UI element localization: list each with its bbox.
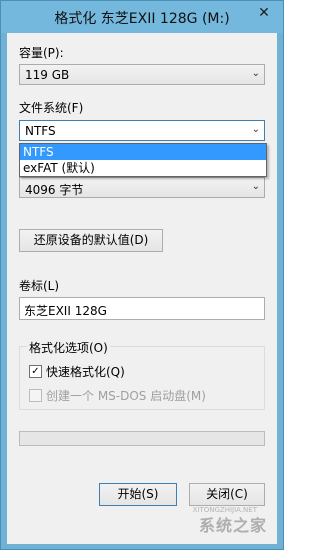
capacity-label: 容量(P):	[19, 46, 64, 60]
filesystem-option-exfat[interactable]: exFAT (默认)	[20, 160, 266, 176]
allocation-value: 4096 字节	[25, 183, 84, 197]
watermark-logo: 系统之家	[198, 516, 267, 535]
title-bar[interactable]: 格式化 东芝EXII 128G (M:) ✕	[1, 1, 283, 33]
filesystem-value: NTFS	[25, 124, 56, 138]
checkmark-icon: ✓	[29, 365, 42, 378]
msdos-label: 创建一个 MS-DOS 启动盘(M)	[46, 389, 206, 403]
dialog-body: 容量(P): 119 GB ⌄ 文件系统(F) NTFS ⌄ 4096 字节 ⌄…	[7, 33, 277, 544]
format-progress-bar	[19, 431, 265, 446]
filesystem-option-ntfs[interactable]: NTFS	[20, 144, 266, 160]
format-dialog: 格式化 东芝EXII 128G (M:) ✕ 容量(P): 119 GB ⌄ 文…	[0, 0, 284, 550]
volume-label: 卷标(L)	[19, 279, 60, 293]
format-options-label: 格式化选项(O)	[27, 339, 110, 356]
quick-format-label: 快速格式化(Q)	[46, 365, 125, 379]
checkbox-box-icon	[29, 389, 42, 402]
chevron-down-icon: ⌄	[251, 124, 260, 135]
filesystem-label: 文件系统(F)	[19, 101, 84, 115]
volume-label-value: 东芝EXII 128G	[24, 304, 107, 318]
filesystem-select[interactable]: NTFS ⌄	[19, 120, 265, 141]
restore-defaults-button[interactable]: 还原设备的默认值(D)	[19, 229, 163, 252]
allocation-select[interactable]: 4096 字节 ⌄	[19, 177, 265, 198]
filesystem-dropdown-list: NTFS exFAT (默认)	[19, 143, 267, 177]
quick-format-checkbox[interactable]: ✓ 快速格式化(Q)	[29, 363, 125, 380]
close-button[interactable]: 关闭(C)	[189, 483, 265, 506]
chevron-down-icon: ⌄	[251, 68, 260, 79]
start-button[interactable]: 开始(S)	[99, 483, 177, 506]
capacity-value: 119 GB	[25, 68, 70, 82]
msdos-checkbox: 创建一个 MS-DOS 启动盘(M)	[29, 387, 206, 404]
close-icon[interactable]: ✕	[253, 3, 275, 23]
window-title: 格式化 东芝EXII 128G (M:)	[54, 11, 230, 27]
capacity-select[interactable]: 119 GB ⌄	[19, 64, 265, 85]
volume-label-input[interactable]: 东芝EXII 128G	[19, 297, 265, 320]
chevron-down-icon: ⌄	[251, 181, 260, 192]
